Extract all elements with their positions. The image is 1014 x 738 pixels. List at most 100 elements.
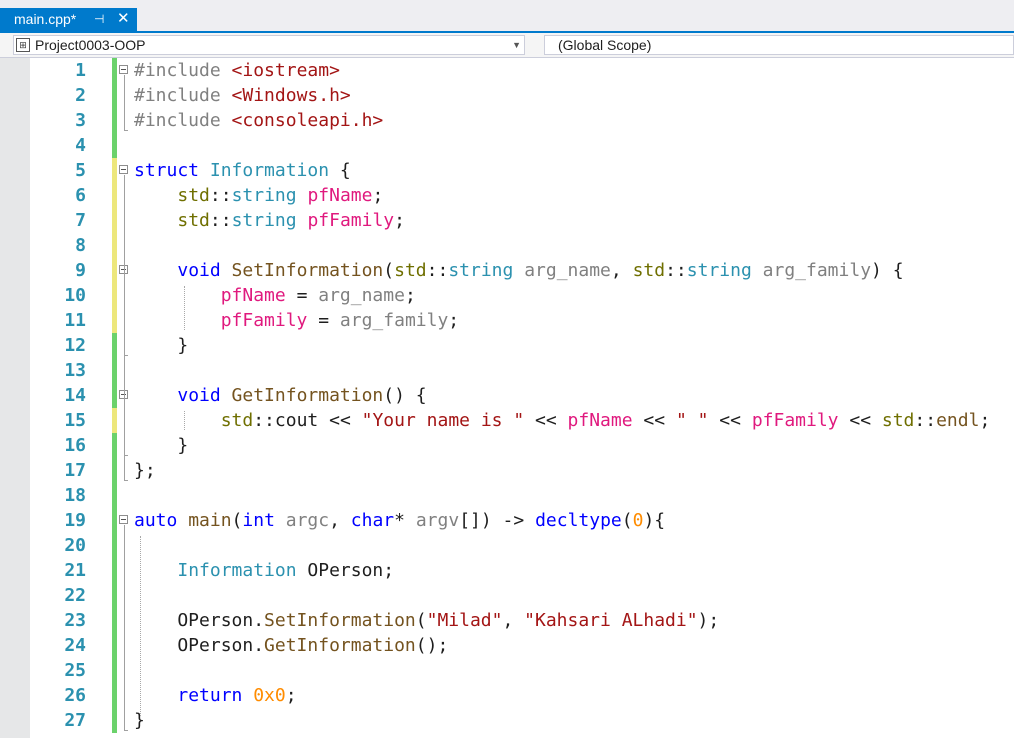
chevron-down-icon[interactable]: ▼ xyxy=(512,40,521,50)
code-token: :: xyxy=(665,260,687,281)
change-marker xyxy=(112,208,117,233)
code-line[interactable]: 6 std::string pfName; xyxy=(0,183,1014,208)
line-number: 5 xyxy=(75,160,86,181)
collapse-icon[interactable] xyxy=(119,515,128,524)
change-marker xyxy=(112,433,117,458)
scope-dropdown[interactable]: (Global Scope) xyxy=(544,35,1014,55)
code-text: } xyxy=(134,333,188,358)
close-icon[interactable]: ✕ xyxy=(117,8,130,30)
change-marker xyxy=(112,583,117,608)
code-line[interactable]: 3 #include <consoleapi.h> xyxy=(0,108,1014,133)
outline-bar xyxy=(124,275,125,355)
code-token: (); xyxy=(415,635,449,656)
code-token: decltype xyxy=(535,510,622,531)
line-number: 2 xyxy=(75,85,86,106)
code-line[interactable]: 16 } xyxy=(0,433,1014,458)
code-token: endl xyxy=(936,410,980,431)
code-token: #include xyxy=(134,110,232,131)
tab-main-cpp[interactable]: main.cpp* ⊣ ✕ xyxy=(0,8,137,33)
collapse-icon[interactable] xyxy=(119,65,128,74)
code-token: pfFamily xyxy=(307,210,395,231)
line-number: 23 xyxy=(64,610,86,631)
code-line[interactable]: 25 xyxy=(0,658,1014,683)
change-marker xyxy=(112,133,117,158)
change-marker xyxy=(112,83,117,108)
indent-guide xyxy=(140,536,141,716)
code-line[interactable]: 5 struct Information { xyxy=(0,158,1014,183)
line-number: 9 xyxy=(75,260,86,281)
code-token: string xyxy=(231,210,297,231)
code-line[interactable]: 20 xyxy=(0,533,1014,558)
line-number: 10 xyxy=(64,285,86,306)
code-token: "Your name is " xyxy=(361,410,525,431)
code-line[interactable]: 12 } xyxy=(0,333,1014,358)
code-token: ; xyxy=(448,310,460,331)
project-dropdown[interactable]: ⊞ Project0003-OOP ▼ xyxy=(13,35,525,55)
code-editor[interactable]: 1 #include <iostream> 2 #include <Windows.h… xyxy=(0,58,1014,738)
code-token: :: xyxy=(253,410,275,431)
code-token: std xyxy=(220,410,254,431)
code-token: " " xyxy=(675,410,709,431)
code-line[interactable]: 23 OPerson.SetInformation("Milad", "Kahs… xyxy=(0,608,1014,633)
code-text: pfName = arg_name; xyxy=(134,283,416,308)
code-token: string xyxy=(231,185,297,206)
code-token: #include xyxy=(134,85,232,106)
line-number: 19 xyxy=(64,510,86,531)
code-line[interactable]: 24 OPerson.GetInformation(); xyxy=(0,633,1014,658)
change-marker xyxy=(112,283,117,308)
code-token: << xyxy=(838,410,882,431)
outline-end xyxy=(124,455,128,456)
code-token: pfFamily xyxy=(220,310,308,331)
code-line[interactable]: 9 void SetInformation(std::string arg_na… xyxy=(0,258,1014,283)
code-token: std xyxy=(177,185,210,206)
code-token: = xyxy=(285,285,319,306)
change-marker xyxy=(112,158,117,183)
code-token: GetInformation xyxy=(231,385,384,406)
code-line[interactable]: 2 #include <Windows.h> xyxy=(0,83,1014,108)
pin-icon[interactable]: ⊣ xyxy=(94,8,104,30)
scope-label: (Global Scope) xyxy=(558,37,652,53)
code-line[interactable]: 15 std::cout << "Your name is " << pfNam… xyxy=(0,408,1014,433)
code-line[interactable]: 19 auto main(int argc, char* argv[]) -> d… xyxy=(0,508,1014,533)
code-line[interactable]: 17}; xyxy=(0,458,1014,483)
code-token: () { xyxy=(383,385,427,406)
code-token: Information xyxy=(209,160,330,181)
code-line[interactable]: 21 Information OPerson; xyxy=(0,558,1014,583)
tab-bar: main.cpp* ⊣ ✕ xyxy=(0,0,1014,33)
code-token: << xyxy=(318,410,362,431)
code-token: GetInformation xyxy=(264,635,416,656)
change-marker xyxy=(112,383,117,408)
indent-guide xyxy=(184,411,185,430)
collapse-icon[interactable] xyxy=(119,165,128,174)
code-line[interactable]: 26 return 0x0; xyxy=(0,683,1014,708)
code-line[interactable]: 22 xyxy=(0,583,1014,608)
code-token: pfName xyxy=(307,185,373,206)
code-token: []) -> xyxy=(459,510,536,531)
navigation-bar: ⊞ Project0003-OOP ▼ (Global Scope) xyxy=(0,33,1014,58)
change-marker xyxy=(112,308,117,333)
code-line[interactable]: 8 xyxy=(0,233,1014,258)
code-token: arg_name xyxy=(318,285,405,306)
code-line[interactable]: 10 pfName = arg_name; xyxy=(0,283,1014,308)
line-number: 14 xyxy=(64,385,86,406)
code-token: , xyxy=(502,610,525,631)
code-line[interactable]: 4 xyxy=(0,133,1014,158)
code-line[interactable]: 27} xyxy=(0,708,1014,733)
code-line[interactable]: 7 std::string pfFamily; xyxy=(0,208,1014,233)
outline-end xyxy=(124,480,128,481)
code-token: << xyxy=(708,410,752,431)
code-token: << xyxy=(632,410,676,431)
code-line[interactable]: 11 pfFamily = arg_family; xyxy=(0,308,1014,333)
code-line[interactable]: 18 xyxy=(0,483,1014,508)
code-token: , xyxy=(610,260,633,281)
code-line[interactable]: 13 xyxy=(0,358,1014,383)
line-number: 12 xyxy=(64,335,86,356)
code-line[interactable]: 14 void GetInformation() { xyxy=(0,383,1014,408)
code-token: struct xyxy=(134,160,210,181)
code-token: ; xyxy=(404,285,416,306)
code-token: SetInformation xyxy=(231,260,384,281)
code-token: ( xyxy=(383,260,395,281)
code-line[interactable]: 1 #include <iostream> xyxy=(0,58,1014,83)
